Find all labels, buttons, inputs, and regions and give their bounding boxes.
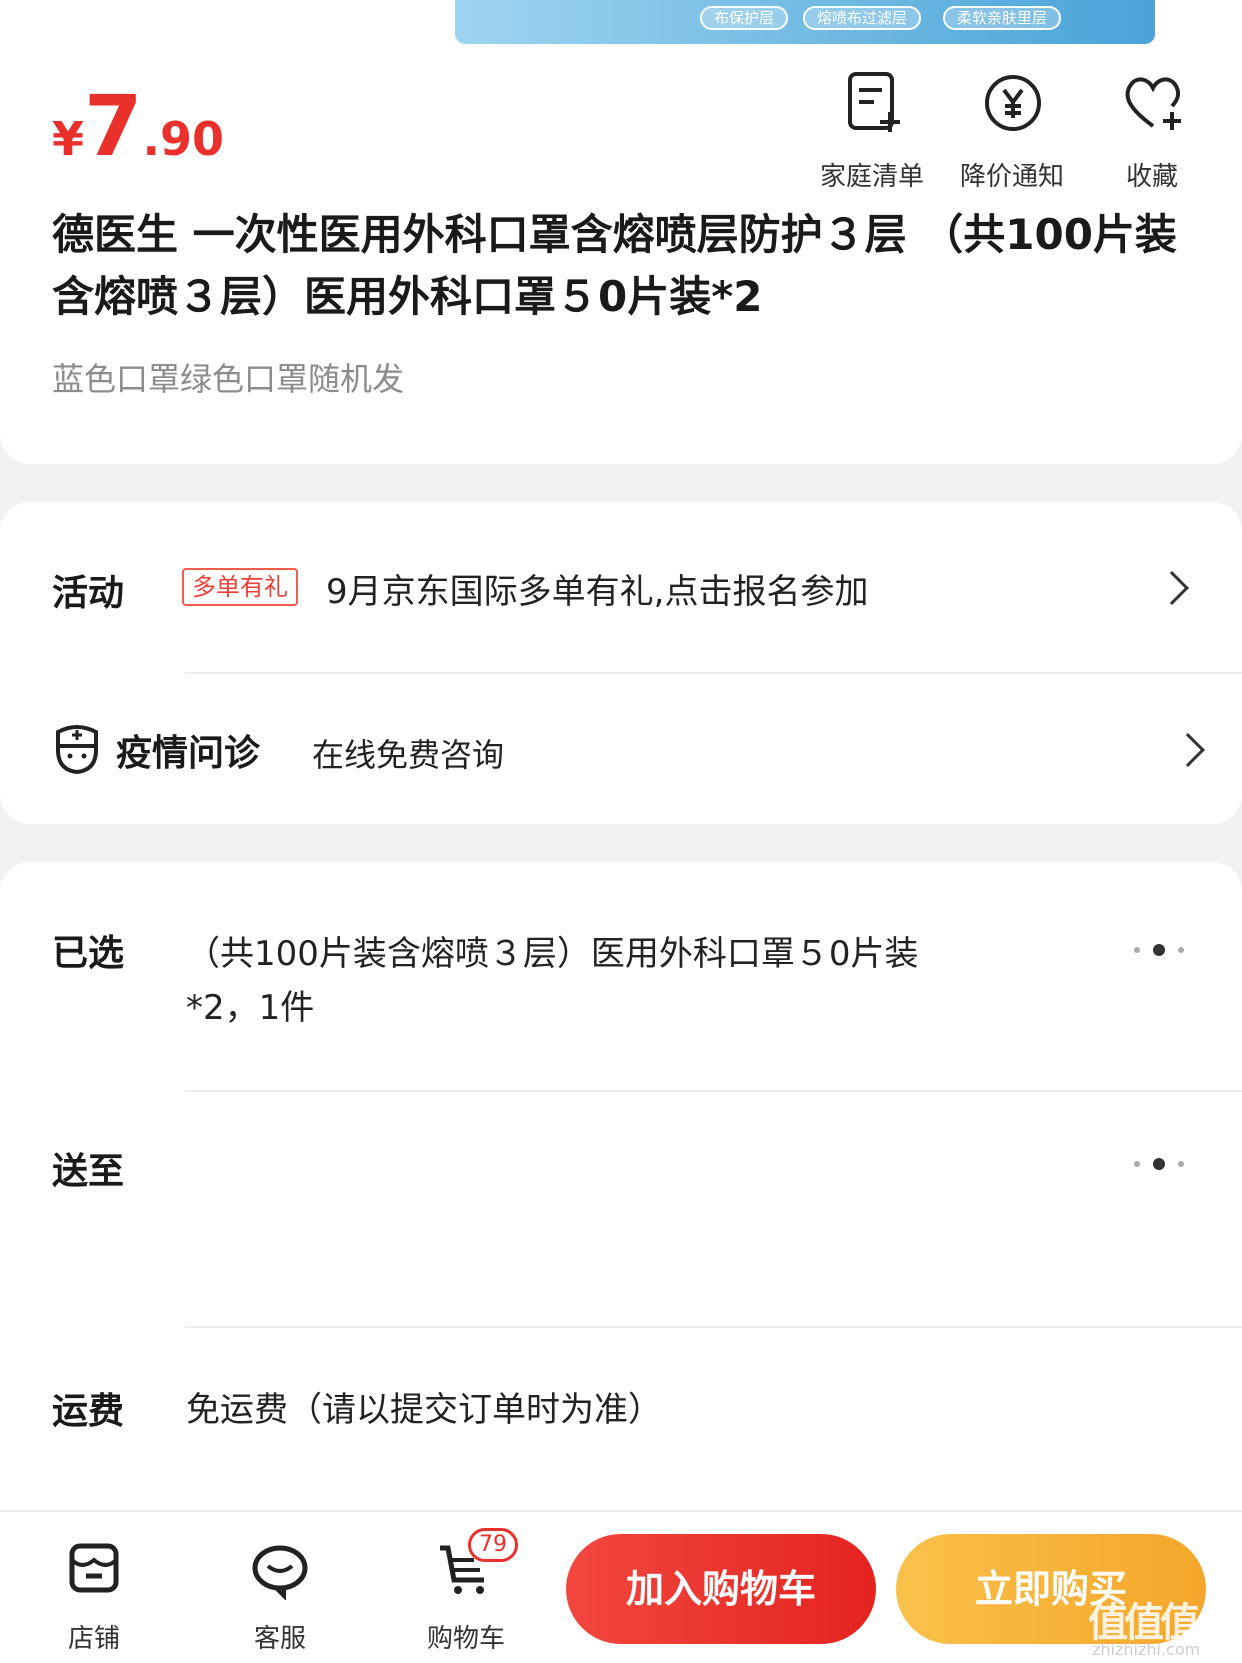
- consult-text: 在线免费咨询: [312, 736, 505, 774]
- price-alert-button[interactable]: 降价通知: [942, 64, 1082, 194]
- price: ¥7.90: [52, 84, 224, 168]
- cart-count-badge: 79: [468, 1528, 518, 1562]
- favorite-button[interactable]: 收藏: [1082, 64, 1222, 194]
- freight-row: 运费 免运费（请以提交订单时为准）: [0, 1328, 1242, 1518]
- list-add-icon: [848, 72, 900, 132]
- consult-row[interactable]: 疫情问诊 在线免费咨询: [0, 674, 1242, 824]
- heart-add-icon: [1125, 77, 1181, 130]
- activity-text: 9月京东国际多单有礼,点击报名参加: [326, 572, 869, 612]
- cart-button[interactable]: 79 购物车: [406, 1528, 526, 1654]
- consult-label: 疫情问诊: [116, 733, 261, 774]
- shop-icon: [69, 1543, 119, 1593]
- customer-service-label: 客服: [253, 1624, 306, 1654]
- product-info-card: ¥7.90 家庭清单 降价通知 收藏 德医生 一次性医用外科口罩含熔喷层防护３层…: [0, 44, 1242, 464]
- family-list-button[interactable]: 家庭清单: [802, 64, 942, 194]
- price-alert-label: 降价通知: [959, 162, 1064, 192]
- watermark-url: zhizhizhi.com: [1092, 1640, 1201, 1659]
- hero-tag: 熔喷布过滤层: [803, 6, 922, 30]
- product-subtitle: 蓝色口罩绿色口罩随机发: [52, 360, 405, 398]
- cart-label: 购物车: [426, 1624, 505, 1654]
- selection-card: 已选 （共100片装含熔喷３层）医用外科口罩５0片装 *2，1件 送至 运费 免…: [0, 862, 1242, 1522]
- activity-label: 活动: [52, 573, 125, 614]
- selected-label: 已选: [52, 933, 125, 974]
- customer-service-button[interactable]: 客服: [220, 1540, 340, 1654]
- product-image-strip[interactable]: 布保护层 熔喷布过滤层 柔软亲肤里层: [0, 0, 1242, 44]
- chevron-right-icon: [1171, 733, 1205, 767]
- add-to-cart-button[interactable]: 加入购物车: [566, 1534, 876, 1644]
- selected-spec-line: *2，1件: [186, 988, 315, 1028]
- doctor-icon: [56, 725, 98, 775]
- price-alert-icon: [985, 75, 1041, 131]
- hero-tag: 柔软亲肤里层: [943, 6, 1062, 30]
- price-decimal: .90: [142, 112, 224, 166]
- chevron-right-icon: [1155, 571, 1189, 605]
- shop-label: 店铺: [67, 1624, 120, 1654]
- price-integer: 7: [84, 77, 143, 175]
- shop-button[interactable]: 店铺: [34, 1540, 154, 1654]
- hero-tag: 布保护层: [700, 6, 789, 30]
- favorite-label: 收藏: [1125, 162, 1178, 192]
- family-list-label: 家庭清单: [819, 162, 924, 192]
- activity-badge: 多单有礼: [182, 568, 298, 606]
- selected-spec-line: （共100片装含熔喷３层）医用外科口罩５0片装: [186, 934, 919, 974]
- ship-to-label: 送至: [52, 1151, 125, 1192]
- freight-label: 运费: [52, 1391, 125, 1432]
- bottom-action-bar: 店铺 客服 79 购物车 加入购物车 立即购买 值值值 zhizhizhi.co…: [0, 1510, 1242, 1663]
- more-icon: [1134, 944, 1184, 956]
- activity-row[interactable]: 活动 多单有礼 9月京东国际多单有礼,点击报名参加: [0, 502, 1242, 672]
- more-icon: [1134, 1158, 1184, 1170]
- product-title: 德医生 一次性医用外科口罩含熔喷层防护３层 （共100片装含熔喷３层）医用外科口…: [52, 210, 1177, 321]
- price-currency: ¥: [52, 112, 85, 166]
- chat-icon: [252, 1545, 308, 1600]
- activity-card: 活动 多单有礼 9月京东国际多单有礼,点击报名参加 疫情问诊 在线免费咨询: [0, 502, 1242, 824]
- ship-to-row[interactable]: 送至: [0, 1092, 1242, 1326]
- product-image[interactable]: 布保护层 熔喷布过滤层 柔软亲肤里层: [455, 0, 1155, 44]
- freight-text: 免运费（请以提交订单时为准）: [186, 1390, 662, 1430]
- selected-row[interactable]: 已选 （共100片装含熔喷３层）医用外科口罩５0片装 *2，1件: [0, 862, 1242, 1090]
